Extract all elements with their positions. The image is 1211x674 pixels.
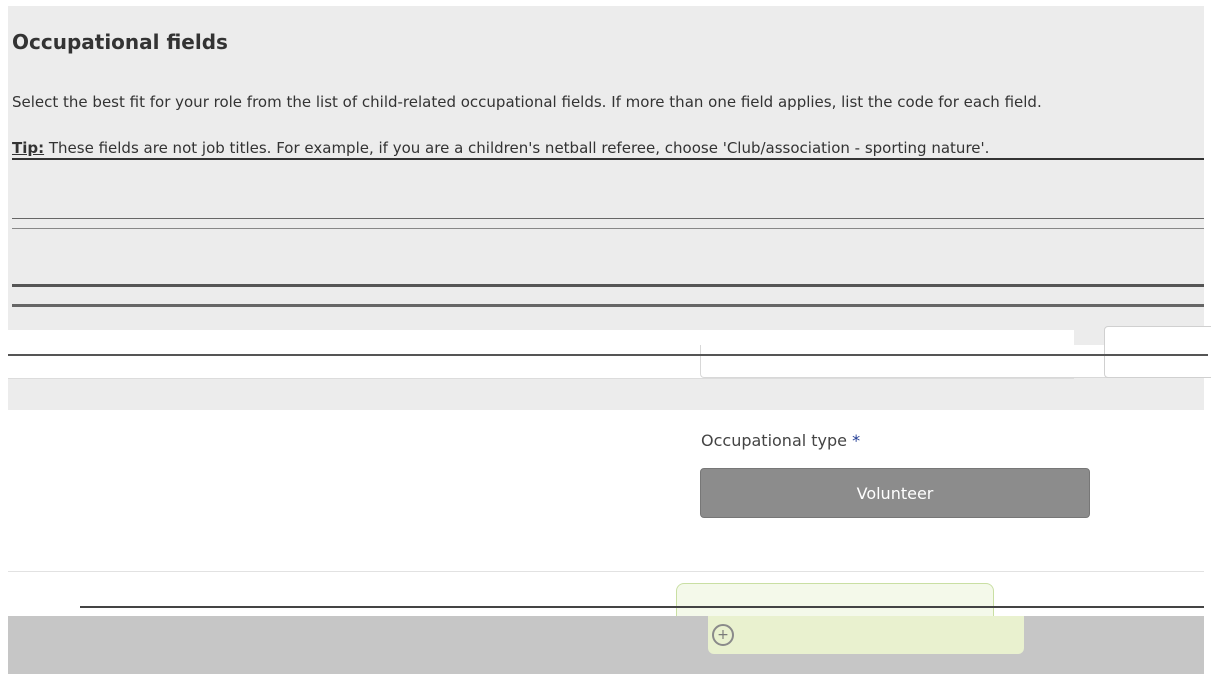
section-intro: Select the best fit for your role from t… bbox=[12, 93, 1042, 111]
tip-label: Tip: bbox=[12, 139, 45, 157]
tip-text: Tip: These fields are not job titles. Fo… bbox=[12, 139, 989, 157]
glitch-divider bbox=[80, 606, 1204, 608]
required-marker: * bbox=[852, 431, 861, 450]
glitch-divider bbox=[12, 228, 1204, 229]
add-occupational-field-button[interactable]: + bbox=[708, 616, 1024, 654]
occupational-type-label: Occupational type * bbox=[701, 431, 860, 450]
occupational-type-label-text: Occupational type bbox=[701, 431, 848, 450]
section-title: Occupational fields bbox=[12, 30, 228, 54]
glitch-divider bbox=[12, 218, 1204, 219]
tip-body: These fields are not job titles. For exa… bbox=[44, 139, 990, 157]
glitch-divider bbox=[12, 284, 1204, 287]
plus-circle-icon: + bbox=[712, 624, 734, 646]
footer-bar bbox=[8, 616, 1204, 674]
occupational-type-volunteer-button[interactable]: Volunteer bbox=[700, 468, 1090, 518]
glitch-divider bbox=[12, 158, 1204, 160]
glitch-divider bbox=[12, 304, 1204, 307]
section-divider bbox=[8, 571, 1204, 572]
field-select[interactable] bbox=[1104, 326, 1211, 378]
glitch-divider bbox=[8, 354, 1208, 356]
